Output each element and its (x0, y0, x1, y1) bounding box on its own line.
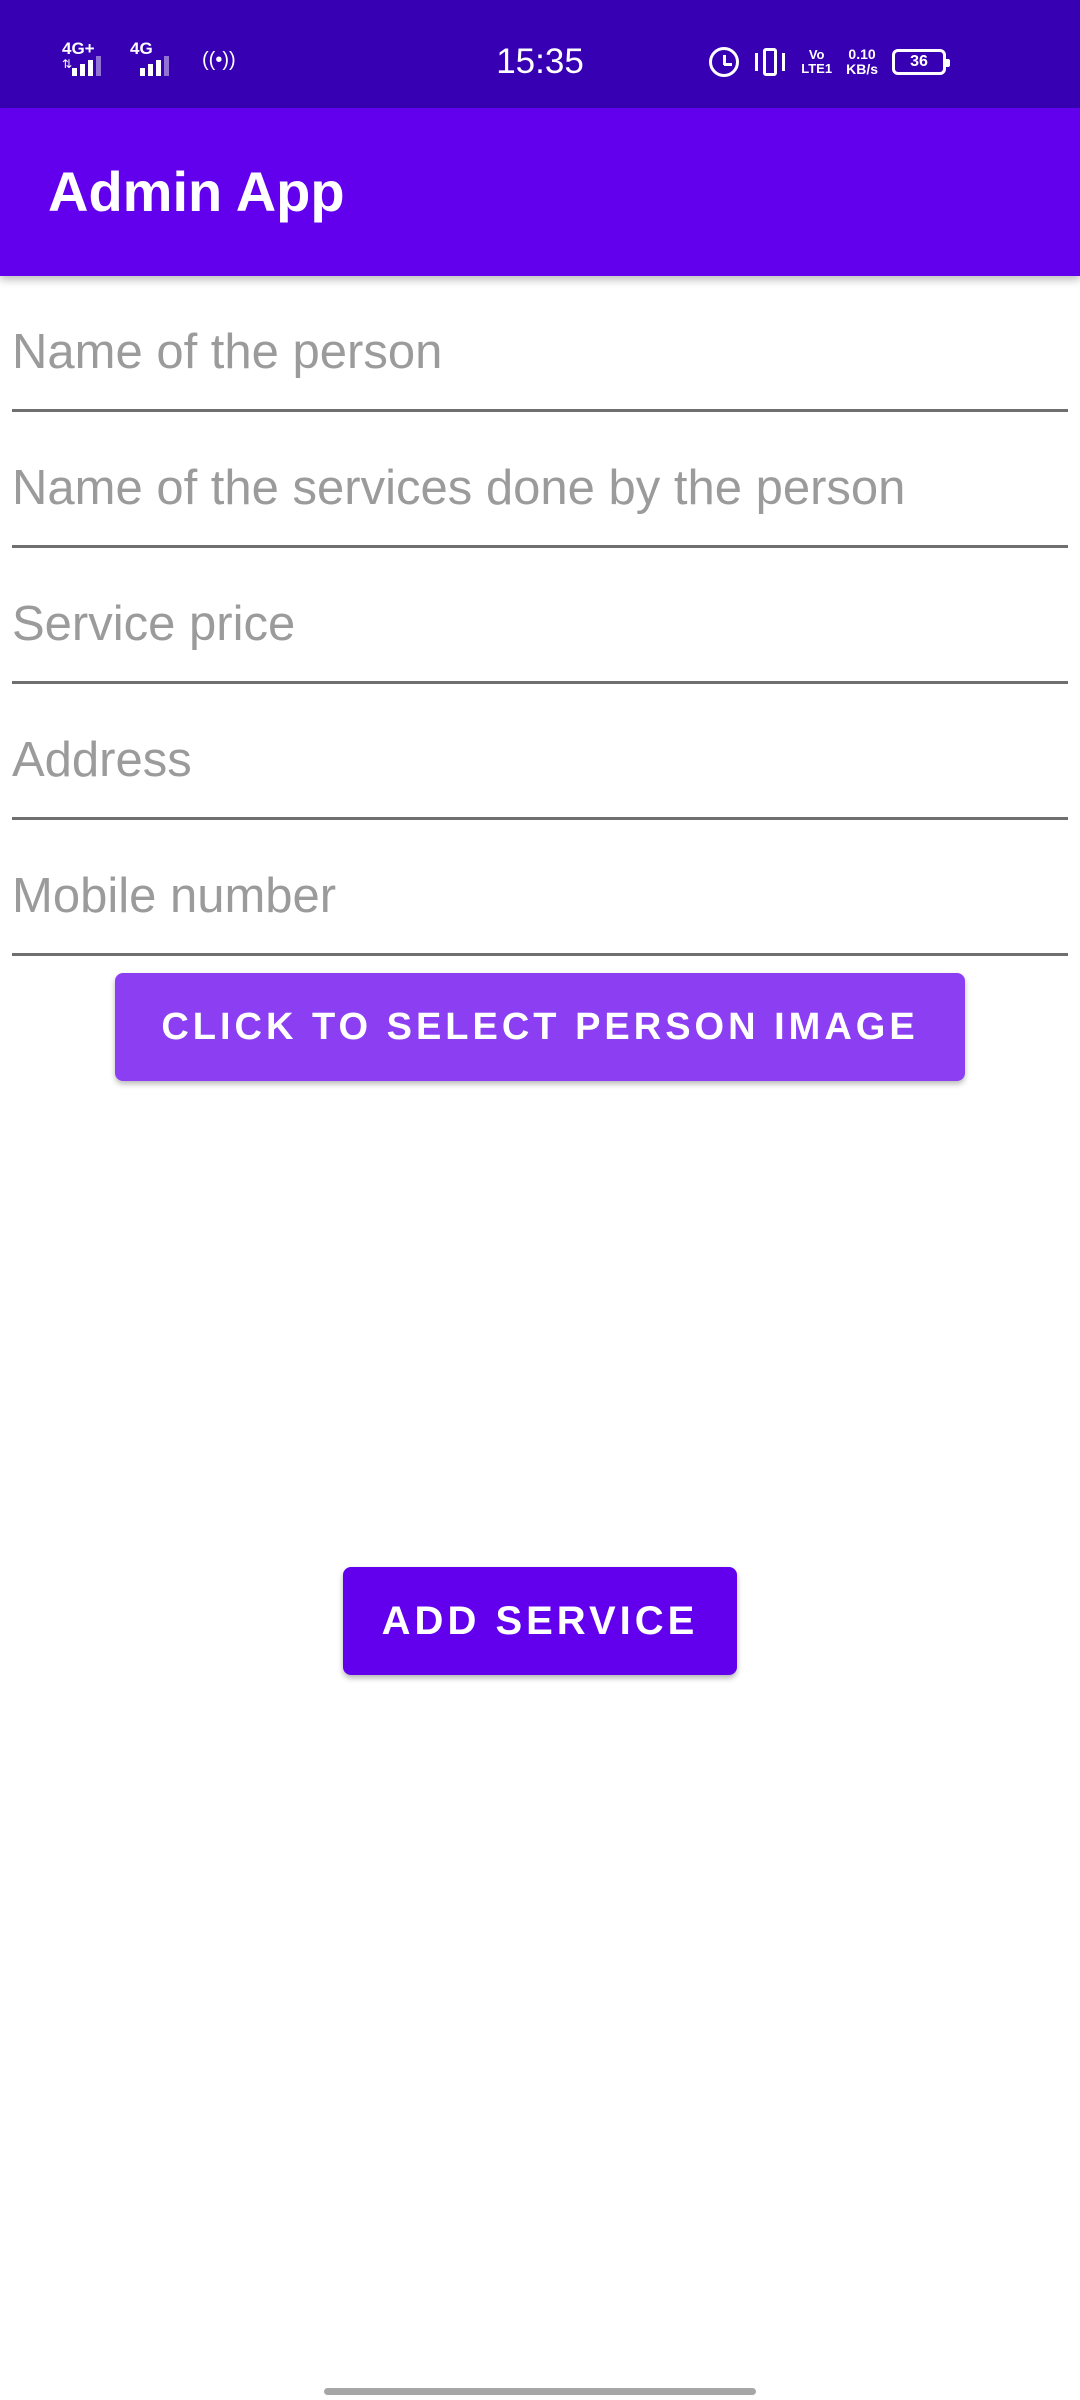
app-bar: Admin App (0, 108, 1080, 276)
app-title: Admin App (48, 160, 345, 223)
network-speed: 0.10 KB/s (846, 46, 878, 77)
battery-level: 36 (910, 53, 928, 70)
gesture-navigation-bar[interactable] (324, 2388, 756, 2395)
person-name-field-wrapper (12, 276, 1068, 412)
status-bar: 4G+ ⇅ 4G ((•)) 15:35 Vo LTE1 0.10 KB/s 3… (0, 0, 1080, 108)
services-input[interactable] (12, 438, 1068, 548)
vibrate-icon (753, 47, 787, 77)
select-person-image-button[interactable]: CLICK TO SELECT PERSON IMAGE (115, 973, 965, 1081)
battery-icon: 36 (892, 49, 950, 75)
address-input[interactable] (12, 710, 1068, 820)
service-price-input[interactable] (12, 574, 1068, 684)
add-service-button[interactable]: ADD SERVICE (343, 1567, 737, 1675)
status-right-icons: Vo LTE1 0.10 KB/s 36 (709, 40, 950, 84)
volte-indicator: Vo LTE1 (801, 47, 833, 76)
services-field-wrapper (12, 412, 1068, 548)
person-name-input[interactable] (12, 302, 1068, 412)
price-field-wrapper (12, 548, 1068, 684)
mobile-field-wrapper (12, 820, 1068, 956)
mobile-number-input[interactable] (12, 846, 1068, 956)
service-form (12, 276, 1068, 956)
address-field-wrapper (12, 684, 1068, 820)
alarm-icon (709, 47, 740, 77)
